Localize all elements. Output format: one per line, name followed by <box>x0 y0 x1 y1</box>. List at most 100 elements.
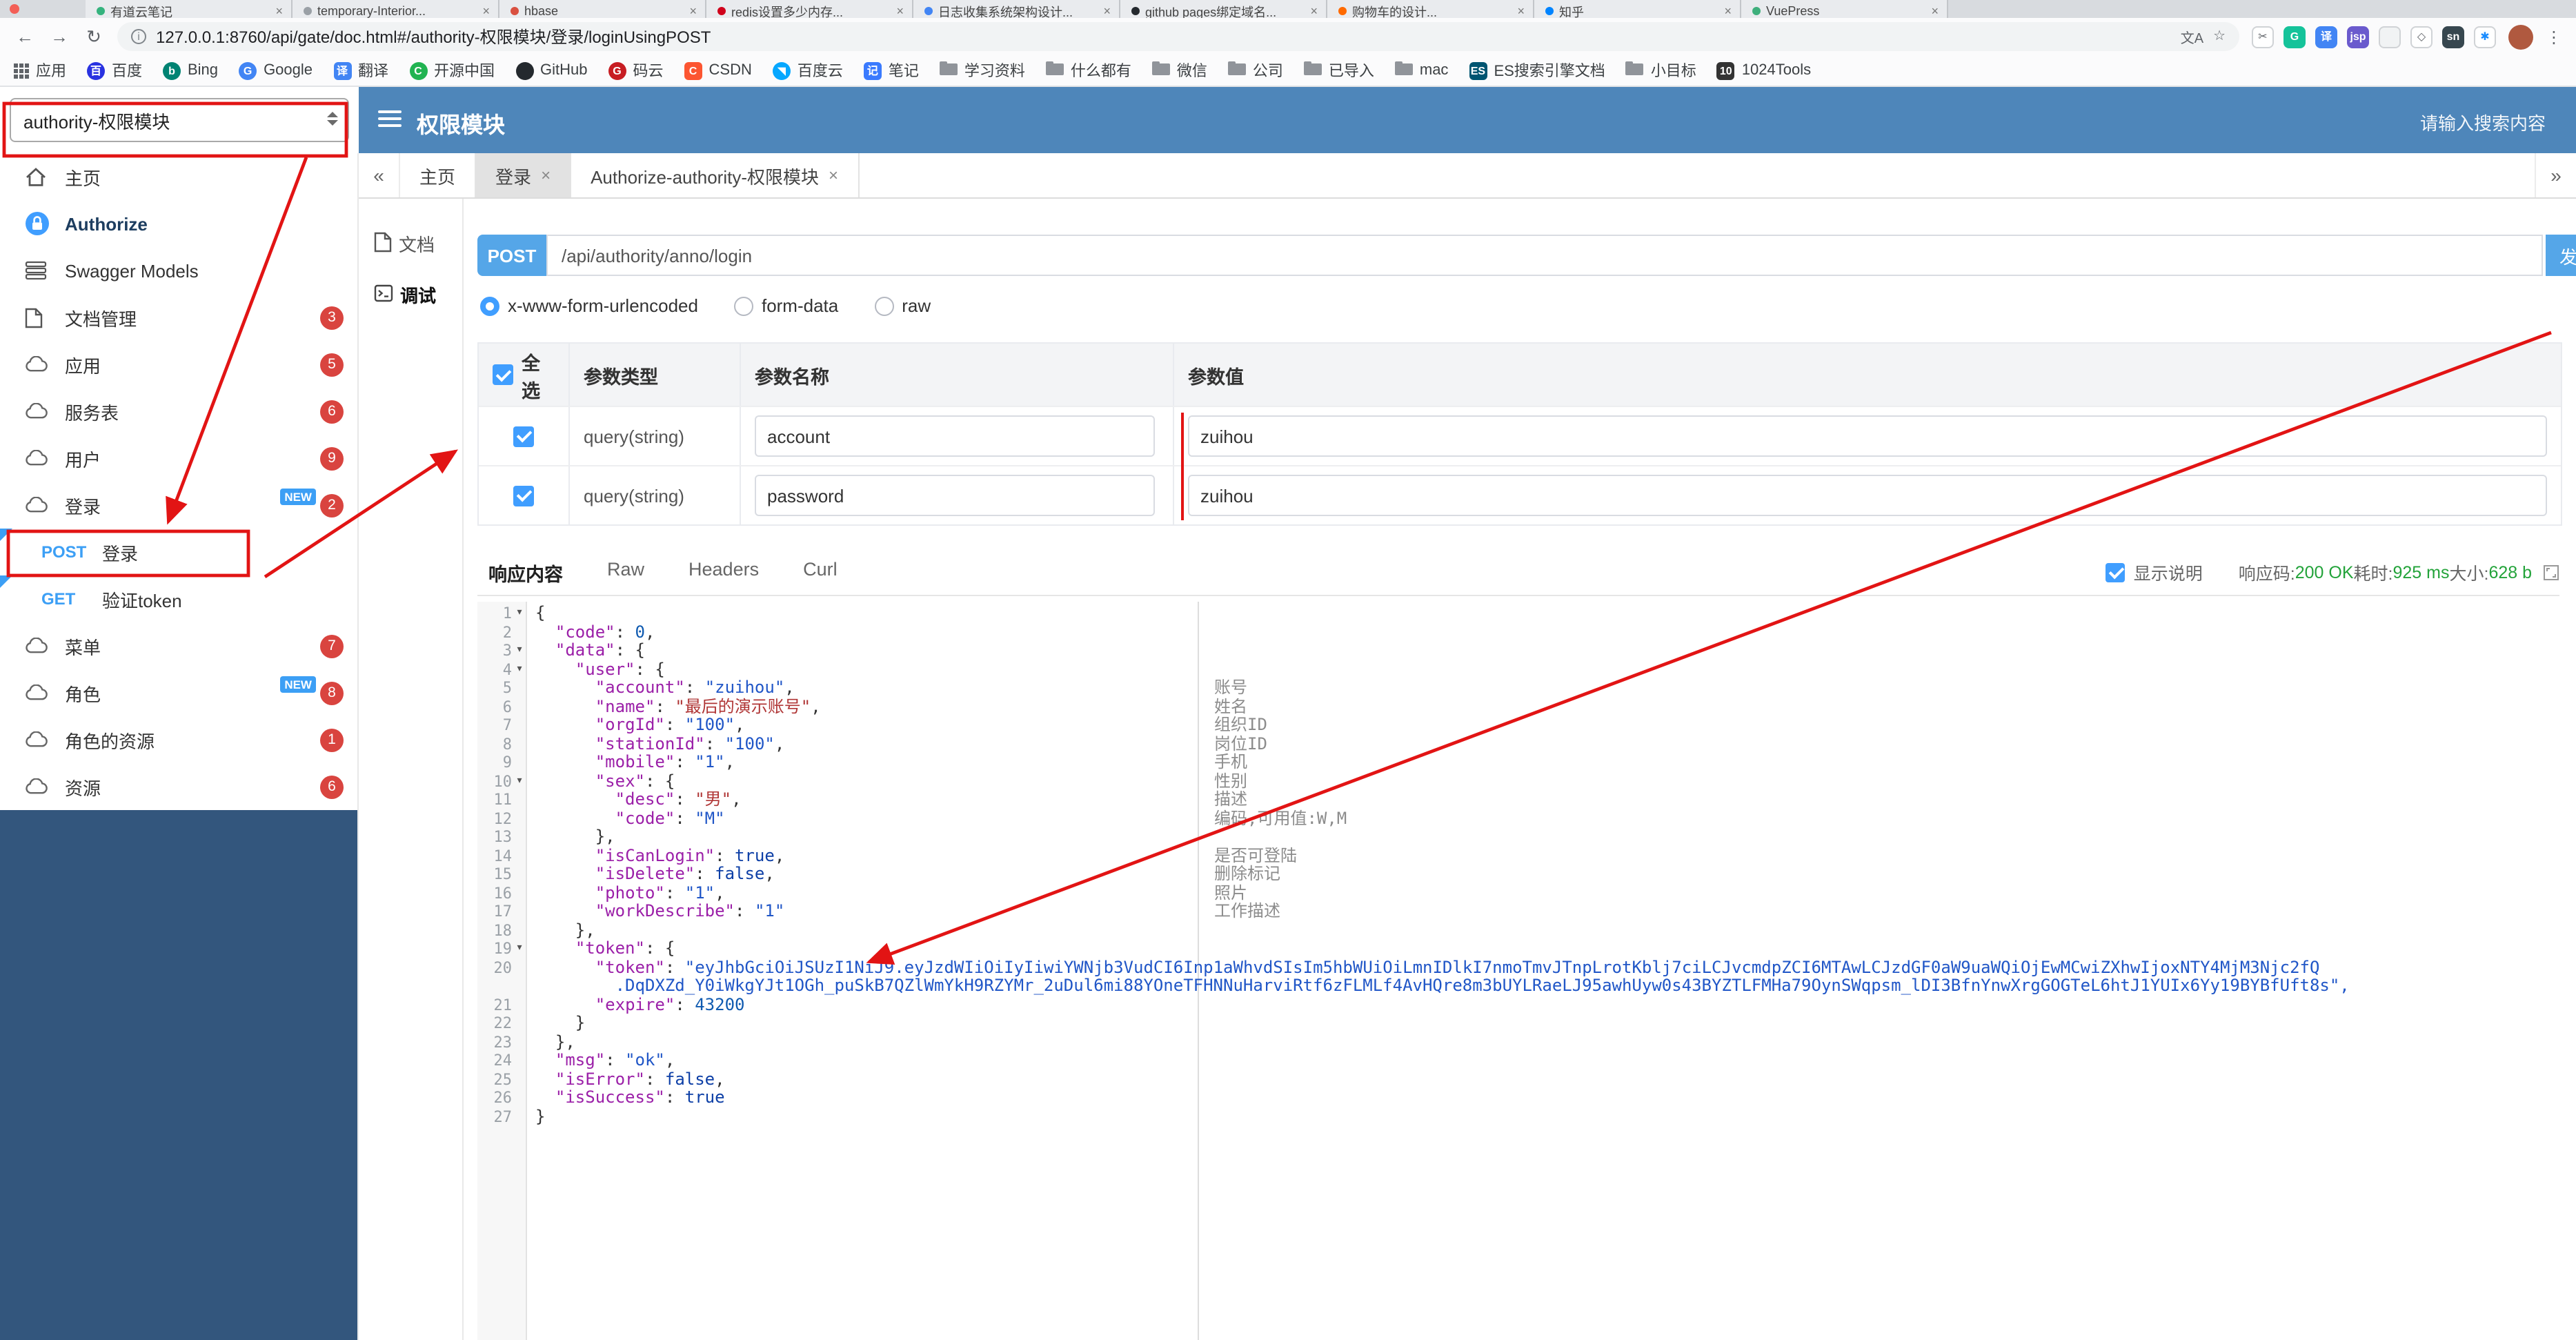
line-number[interactable]: 3 ▾ <box>477 642 527 660</box>
bookmark-item[interactable]: 记笔记 <box>863 59 919 81</box>
browser-tab[interactable]: 知乎 × <box>1534 0 1741 18</box>
line-number[interactable]: 2 <box>477 623 527 642</box>
grammarly-icon[interactable]: G <box>2283 26 2306 48</box>
line-number[interactable]: 15 <box>477 865 527 884</box>
line-number[interactable] <box>477 977 527 996</box>
sidebar-item[interactable]: 文档管理 3 <box>0 294 357 341</box>
line-number[interactable]: 23 <box>477 1033 527 1052</box>
bookmark-star-icon[interactable]: ☆ <box>2213 29 2226 44</box>
tab-close-icon[interactable]: × <box>541 166 551 185</box>
bookmark-item[interactable]: 学习资料 <box>939 59 1025 81</box>
pinwheel-icon[interactable]: ✱ <box>2474 26 2496 48</box>
line-number[interactable]: 21 <box>477 996 527 1014</box>
nav-debug[interactable]: 调试 <box>359 269 462 320</box>
line-number[interactable]: 24 <box>477 1052 527 1070</box>
show-desc-checkbox[interactable] <box>2106 562 2126 582</box>
screenshot-icon[interactable]: ✂ <box>2252 26 2274 48</box>
browser-tab[interactable]: 有道云笔记 × <box>86 0 293 18</box>
tabs-collapse-left-icon[interactable]: « <box>359 153 400 197</box>
content-type-radio[interactable]: raw <box>874 295 931 316</box>
tab-close-icon[interactable]: × <box>896 4 904 18</box>
line-number[interactable]: 9 <box>477 753 527 772</box>
tab-close-icon[interactable]: × <box>689 4 697 18</box>
line-number[interactable]: 25 <box>477 1070 527 1089</box>
fullscreen-icon[interactable] <box>2543 564 2559 580</box>
dot-icon[interactable] <box>2379 26 2401 48</box>
line-number[interactable]: 11 <box>477 791 527 809</box>
content-tab[interactable]: 登录 × <box>476 153 572 197</box>
tab-close-icon[interactable]: × <box>829 166 838 185</box>
param-value-input[interactable] <box>1188 475 2547 516</box>
bookmark-item[interactable]: 小目标 <box>1625 59 1696 81</box>
line-number[interactable]: 26 <box>477 1089 527 1107</box>
sidebar-item[interactable]: 应用 5 <box>0 341 357 388</box>
translate-icon[interactable]: 文A <box>2181 26 2203 47</box>
bookmark-item[interactable]: 10 1024Tools <box>1716 61 1811 79</box>
line-number[interactable]: 22 <box>477 1014 527 1033</box>
browser-tab[interactable]: github pages绑定域名... × <box>1120 0 1327 18</box>
bookmark-item[interactable]: 应用 <box>14 59 66 81</box>
browser-tab[interactable]: 日志收集系统架构设计... × <box>913 0 1120 18</box>
sidebar-item[interactable]: 菜单 7 <box>0 622 357 669</box>
param-value-input[interactable] <box>1188 415 2547 457</box>
bookmark-item[interactable]: G 码云 <box>608 59 664 81</box>
nav-doc[interactable]: 文档 <box>359 218 462 269</box>
line-number[interactable]: 13 <box>477 828 527 847</box>
tab-close-icon[interactable]: × <box>1103 4 1111 18</box>
bookmark-item[interactable]: GitHub <box>515 61 588 79</box>
tabs-collapse-right-icon[interactable]: » <box>2535 153 2576 197</box>
reload-button[interactable]: ↻ <box>83 26 105 48</box>
response-tab[interactable]: Headers <box>688 558 759 586</box>
line-number[interactable]: 10 ▾ <box>477 772 527 791</box>
sidebar-item[interactable]: 主页 <box>0 153 357 200</box>
row-checkbox[interactable] <box>513 426 534 446</box>
bookmark-item[interactable]: 已导入 <box>1303 59 1374 81</box>
bookmark-item[interactable]: mac <box>1394 61 1448 80</box>
sidebar-item[interactable]: 角色的资源 1 <box>0 716 357 763</box>
content-type-radio[interactable]: x-www-form-urlencoded <box>480 295 698 316</box>
line-number[interactable]: 27 <box>477 1107 527 1126</box>
endpoint-input[interactable] <box>546 235 2543 276</box>
close-window-button[interactable] <box>10 4 19 14</box>
translate-ext-icon[interactable]: 译 <box>2315 26 2337 48</box>
header-search-input[interactable]: 请输入搜索内容 <box>2420 109 2546 135</box>
line-number[interactable]: 8 <box>477 735 527 753</box>
line-number[interactable]: 5 <box>477 679 527 698</box>
select-all-checkbox[interactable] <box>493 364 513 385</box>
line-number[interactable]: 17 <box>477 903 527 921</box>
tab-close-icon[interactable]: × <box>1517 4 1525 18</box>
line-number[interactable]: 18 <box>477 921 527 940</box>
param-name-input[interactable] <box>755 475 1155 516</box>
shield-icon[interactable]: ◇ <box>2410 26 2433 48</box>
sidebar-api-post[interactable]: POST 登录 <box>0 529 357 575</box>
sidebar-item[interactable]: Swagger Models <box>0 247 357 294</box>
browser-tab[interactable]: hbase × <box>499 0 706 18</box>
browser-tab[interactable]: redis设置多少内存... × <box>706 0 913 18</box>
bookmark-item[interactable]: 公司 <box>1227 59 1283 81</box>
forward-button[interactable]: → <box>48 26 70 47</box>
snip-icon[interactable]: sn <box>2442 26 2464 48</box>
bookmark-item[interactable]: ◥ 百度云 <box>772 59 843 81</box>
line-number[interactable]: 12 <box>477 809 527 828</box>
line-number[interactable]: 7 <box>477 716 527 735</box>
back-button[interactable]: ← <box>14 26 36 47</box>
browser-menu-icon[interactable]: ⋮ <box>2546 27 2562 46</box>
line-number[interactable]: 16 <box>477 884 527 903</box>
sidebar-item[interactable]: 登录 NEW 2 <box>0 482 357 529</box>
bookmark-item[interactable]: C 开源中国 <box>409 59 495 81</box>
sidebar-api-get[interactable]: GET 验证token <box>0 575 357 622</box>
bookmark-item[interactable]: 微信 <box>1151 59 1207 81</box>
api-group-select[interactable]: authority-权限模块 <box>10 98 349 142</box>
sidebar-item[interactable]: 服务表 6 <box>0 388 357 435</box>
browser-tab[interactable]: 购物车的设计... × <box>1327 0 1534 18</box>
site-info-icon[interactable]: i <box>131 29 146 44</box>
jsp-icon[interactable]: jsp <box>2347 26 2369 48</box>
response-tab[interactable]: Raw <box>607 558 644 586</box>
line-number[interactable]: 4 ▾ <box>477 660 527 679</box>
content-tab[interactable]: 主页 <box>400 153 477 197</box>
sidebar-item[interactable]: 角色 NEW 8 <box>0 669 357 716</box>
bookmark-item[interactable]: 百百度 <box>87 59 142 81</box>
tab-close-icon[interactable]: × <box>1931 4 1939 18</box>
bookmark-item[interactable]: 译翻译 <box>333 59 388 81</box>
sidebar-item[interactable]: 用户 9 <box>0 435 357 482</box>
